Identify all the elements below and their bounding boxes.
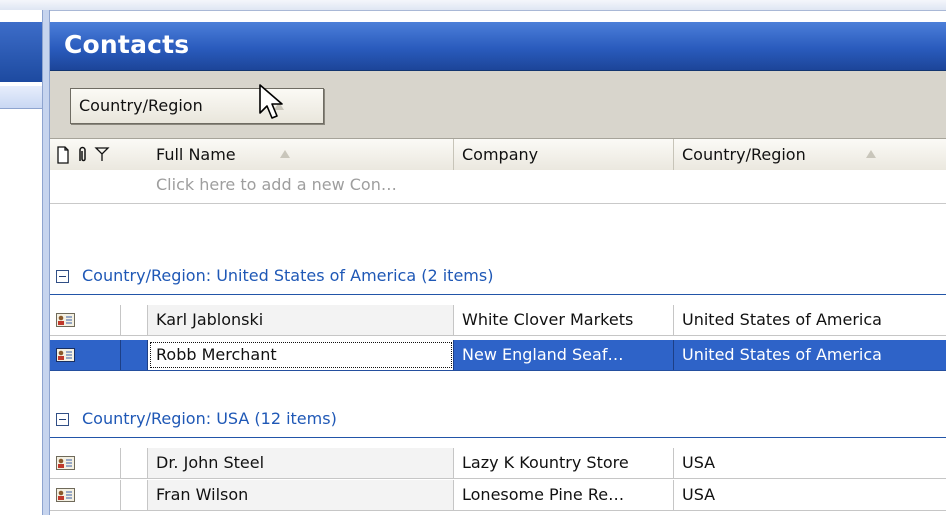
column-header-full-name[interactable]: Full Name [148, 139, 454, 170]
column-header-row: Full Name Company Country/Region [50, 139, 946, 171]
column-header-country[interactable]: Country/Region [674, 139, 946, 170]
column-label-company: Company [462, 145, 539, 164]
table-row[interactable]: Karl Jablonski White Clover Markets Unit… [50, 305, 946, 336]
pane-header: Contacts [50, 22, 946, 71]
sort-ascending-icon [866, 150, 876, 158]
column-header-company[interactable]: Company [454, 139, 674, 170]
country-cell[interactable]: United States of America [674, 340, 946, 370]
full-name-cell[interactable]: Karl Jablonski [148, 305, 454, 335]
pane-title: Contacts [64, 30, 190, 59]
navigation-item[interactable] [0, 86, 42, 109]
pane-splitter[interactable] [42, 10, 50, 515]
company-cell[interactable]: White Clover Markets [454, 305, 674, 335]
navigation-pane [0, 10, 43, 515]
contacts-pane: Contacts Country/Region Full Name Compan… [50, 10, 946, 515]
row-flag-cell[interactable] [120, 340, 148, 370]
flag-icon[interactable] [94, 139, 110, 170]
contact-card-icon [56, 348, 75, 362]
row-flag-cell[interactable] [120, 480, 148, 510]
group-by-button[interactable]: Country/Region [70, 88, 324, 124]
company-cell[interactable]: Lonesome Pine Re… [454, 480, 674, 510]
company-cell[interactable]: Lazy K Kountry Store [454, 448, 674, 478]
row-flag-cell[interactable] [120, 448, 148, 478]
group-label: Country/Region: United States of America… [82, 266, 494, 285]
attachment-icon[interactable] [74, 139, 90, 170]
country-cell[interactable]: USA [674, 480, 946, 510]
new-item-icon[interactable] [55, 139, 71, 170]
table-row-selected[interactable]: Robb Merchant New England Seaf… United S… [50, 340, 946, 371]
full-name-cell[interactable]: Dr. John Steel [148, 448, 454, 478]
group-by-label: Country/Region [79, 96, 203, 115]
navigation-header [0, 22, 42, 82]
mouse-pointer-icon [259, 84, 283, 119]
sort-ascending-icon [280, 150, 290, 158]
column-label-country: Country/Region [682, 145, 806, 164]
group-label: Country/Region: USA (12 items) [82, 409, 337, 428]
new-item-row[interactable]: Click here to add a new Con… [50, 170, 946, 204]
table-row[interactable]: Dr. John Steel Lazy K Kountry Store USA [50, 448, 946, 479]
contact-card-icon [56, 488, 75, 502]
column-label-full-name: Full Name [156, 145, 236, 164]
group-by-area: Country/Region [50, 71, 946, 139]
collapse-group-icon[interactable] [56, 413, 69, 426]
table-row[interactable]: Fran Wilson Lonesome Pine Re… USA [50, 480, 946, 511]
country-cell[interactable]: USA [674, 448, 946, 478]
full-name-cell[interactable]: Robb Merchant [148, 340, 454, 370]
group-header-united-states[interactable]: Country/Region: United States of America… [50, 260, 946, 295]
contact-card-icon [56, 456, 75, 470]
company-cell[interactable]: New England Seaf… [454, 340, 674, 370]
row-flag-cell[interactable] [120, 305, 148, 335]
group-header-usa[interactable]: Country/Region: USA (12 items) [50, 403, 946, 438]
country-cell[interactable]: United States of America [674, 305, 946, 335]
new-item-placeholder: Click here to add a new Con… [156, 175, 397, 194]
collapse-group-icon[interactable] [56, 270, 69, 283]
full-name-cell[interactable]: Fran Wilson [148, 480, 454, 510]
contact-card-icon [56, 313, 75, 327]
